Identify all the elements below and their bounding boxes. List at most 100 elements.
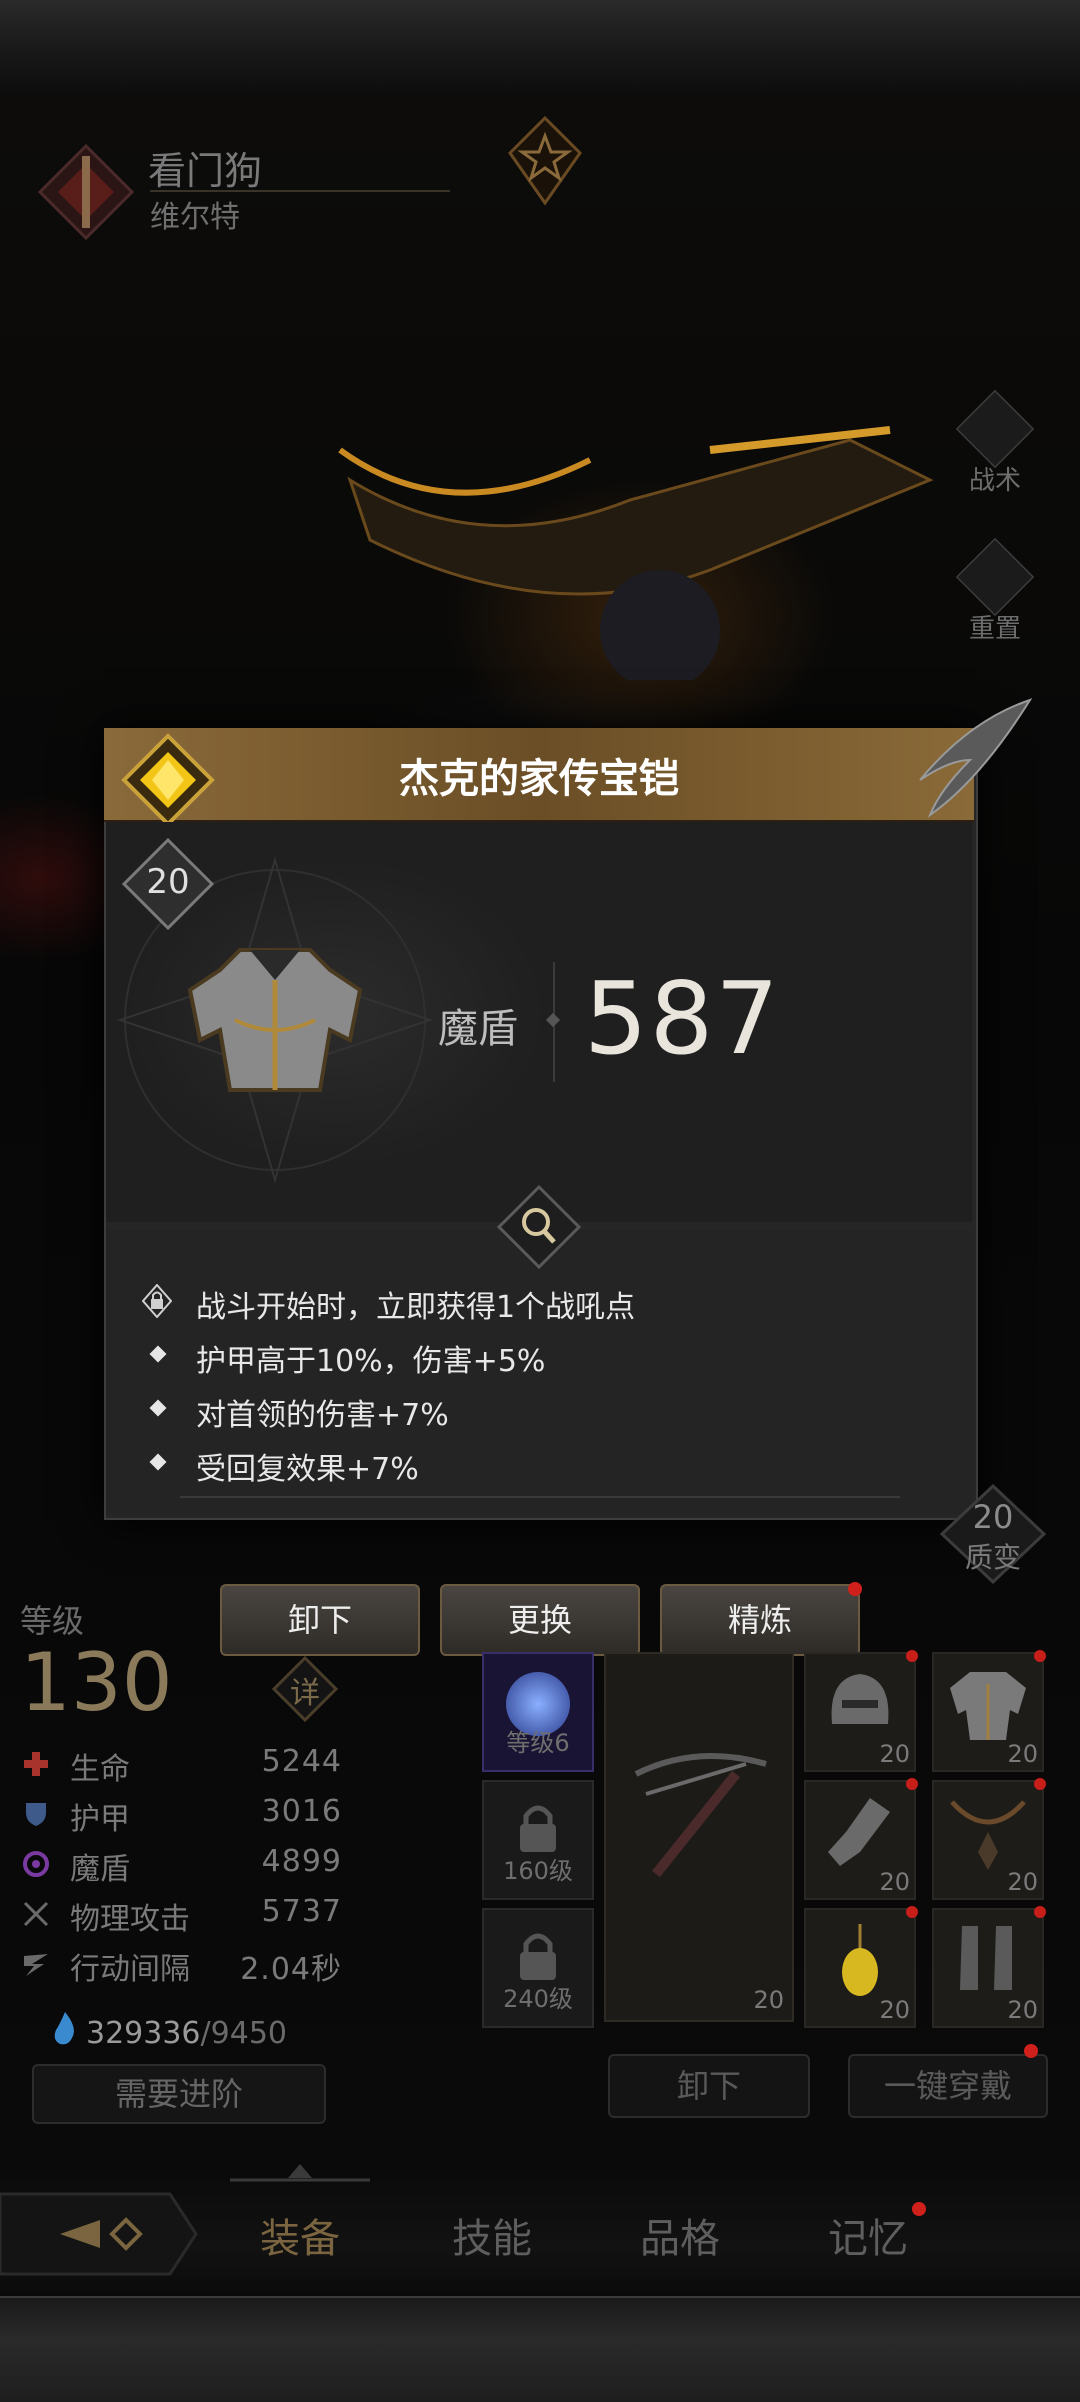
soul-flame-icon (54, 2012, 74, 2045)
stat-value: 5737 (261, 1894, 342, 1929)
bottom-frame-bar (0, 2296, 1080, 2402)
back-button[interactable] (0, 2184, 200, 2284)
character-name: 看门狗 (148, 149, 263, 193)
amulet-icon (842, 1924, 878, 1996)
effect-text-1: 战斗开始时，立即获得1个战吼点 (196, 1290, 636, 1325)
weapon-slot[interactable]: 20 (604, 1652, 794, 2022)
gem-slot-1[interactable]: 等级6 (482, 1652, 594, 1772)
gem-slot-text: 等级6 (506, 1729, 570, 1757)
stat-value: 5244 (261, 1744, 342, 1779)
effect-text-2: 护甲高于10%，伤害+5% (196, 1344, 546, 1379)
tab-skills[interactable]: 技能 (452, 2206, 532, 2264)
crossbow-backdrop-image (338, 426, 934, 680)
armor-slot-amulet[interactable]: 20 (804, 1906, 918, 2028)
stat-row-magic-shield: 魔盾 4899 (22, 1844, 342, 1888)
unequip-button[interactable]: 卸下 (220, 1584, 420, 1656)
gauntlet-icon (828, 1798, 890, 1866)
stat-name: 行动间隔 (70, 1952, 190, 1987)
notification-dot (1034, 1650, 1046, 1662)
lock-icon (142, 1284, 172, 1318)
unequip-all-button[interactable]: 卸下 (608, 2054, 810, 2118)
slot-level: 20 (879, 1740, 910, 1768)
notification-dot (848, 1582, 862, 1596)
magic-swirl-icon (23, 1851, 49, 1877)
effect-text-4: 受回复效果+7% (196, 1452, 419, 1487)
gem-slot-text: 240级 (503, 1985, 573, 2013)
reset-button[interactable]: 重置 (948, 537, 1042, 650)
lock-icon (520, 1805, 556, 1852)
refine-button[interactable]: 精炼 (660, 1584, 860, 1656)
detail-label: 详 (290, 1676, 320, 1711)
transmute-badge[interactable]: 20 质变 (938, 1482, 1048, 1602)
advance-button[interactable]: 需要进阶 (32, 2064, 326, 2124)
reset-icon (955, 537, 1035, 617)
boots-icon (960, 1926, 1012, 1990)
stat-row-action-interval: 行动间隔 2.04秒 (22, 1944, 342, 1988)
armor-slot-necklace[interactable]: 20 (932, 1778, 1046, 1900)
slot-level: 20 (1007, 1868, 1038, 1896)
slot-level: 20 (1007, 1740, 1038, 1768)
notification-dot (1034, 1778, 1046, 1790)
armor-slot-boots[interactable]: 20 (932, 1906, 1046, 2028)
helmet-icon (831, 1674, 889, 1724)
notification-dot (906, 1906, 918, 1918)
crossed-swords-icon (23, 1901, 49, 1927)
armor-slot-chest[interactable]: 20 (932, 1650, 1046, 1772)
tactics-icon (955, 389, 1035, 469)
shield-icon (26, 1803, 46, 1826)
gem-slot-2[interactable]: 160级 (482, 1780, 594, 1900)
stat-name: 生命 (70, 1752, 130, 1787)
tab-character[interactable]: 品格 (640, 2206, 720, 2264)
chestplate-icon (187, 948, 363, 1092)
tab-equipment[interactable]: 装备 (260, 2206, 340, 2264)
stat-row-physical-attack: 物理攻击 5737 (22, 1894, 342, 1938)
stat-value: 2.04秒 (240, 1952, 342, 1987)
popup-bottom-divider (180, 1496, 900, 1498)
notification-dot (906, 1650, 918, 1662)
stat-row-armor: 护甲 3016 (22, 1794, 342, 1838)
stat-value: 3016 (261, 1794, 342, 1829)
notification-dot (1024, 2044, 1038, 2058)
detail-button[interactable]: 详 (272, 1656, 338, 1722)
tab-memory[interactable]: 记忆 (828, 2206, 908, 2264)
top-frame-bar (0, 0, 1080, 100)
stat-name: 物理攻击 (70, 1902, 190, 1937)
notification-dot (912, 2202, 926, 2216)
character-subtitle: 维尔特 (150, 200, 240, 235)
inspect-button[interactable] (496, 1184, 582, 1270)
speed-wing-icon (24, 1954, 48, 1976)
active-tab-marker (230, 2164, 370, 2182)
character-level: 130 (20, 1636, 173, 1729)
tactics-button[interactable]: 战术 (948, 389, 1042, 502)
equip-all-button[interactable]: 一键穿戴 (848, 2054, 1048, 2118)
class-emblem-icon (37, 143, 135, 241)
item-stat-label: 魔盾 (438, 1006, 518, 1052)
item-stat-value: 587 (584, 960, 781, 1077)
item-title: 杰克的家传宝铠 (399, 756, 679, 802)
rank-star-icon (508, 115, 582, 206)
armor-slot-gloves[interactable]: 20 (804, 1778, 918, 1900)
chestplate-icon (950, 1672, 1026, 1740)
gem-slot-3[interactable]: 240级 (482, 1908, 594, 2028)
necklace-icon (950, 1800, 1026, 1870)
soul-count: 329336 (86, 2016, 201, 2051)
effect-text-3: 对首领的伤害+7% (196, 1398, 449, 1433)
weapon-level: 20 (753, 1986, 784, 2014)
health-cross-icon (24, 1752, 48, 1776)
notification-dot (906, 1778, 918, 1790)
crossbow-icon (634, 1753, 767, 1878)
stat-value: 4899 (261, 1844, 342, 1879)
transmute-label: 质变 (964, 1541, 1021, 1574)
wing-ornament-icon (919, 698, 1033, 818)
lock-icon (520, 1933, 556, 1980)
gem-slot-text: 160级 (503, 1857, 573, 1885)
armor-slot-helmet[interactable]: 20 (804, 1650, 918, 1772)
stat-row-health: 生命 5244 (22, 1744, 342, 1788)
stat-name: 护甲 (70, 1802, 130, 1837)
slot-level: 20 (879, 1996, 910, 2024)
stat-name: 魔盾 (70, 1852, 130, 1887)
soul-currency: 329336/9450 (86, 2016, 287, 2051)
replace-button[interactable]: 更换 (440, 1584, 640, 1656)
item-level: 20 (146, 862, 190, 902)
slot-level: 20 (879, 1868, 910, 1896)
